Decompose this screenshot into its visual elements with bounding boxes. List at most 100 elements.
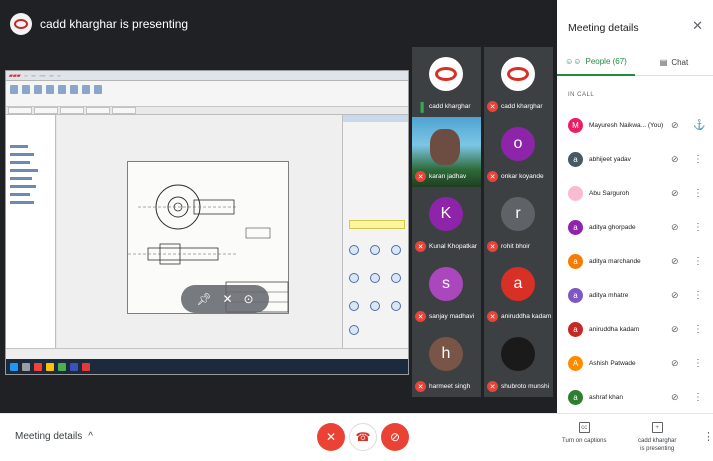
hang-up-icon: ☎: [355, 430, 371, 444]
more-options-icon[interactable]: ⋮: [693, 222, 703, 233]
mute-icon[interactable]: ✕: [223, 292, 233, 306]
main-stage: cadd kharghar is presenting ▰▰▰ ▫▫ ▫▫▫ ▫▫▫…: [0, 0, 557, 413]
camera-off-button[interactable]: ⊘: [381, 423, 409, 451]
participant-tile[interactable]: K ✕ Kunal Khopatkar: [412, 187, 481, 257]
cad-statusbar: [6, 348, 408, 359]
meeting-details-button[interactable]: Meeting details ^: [15, 431, 93, 442]
list-item[interactable]: a aniruddha kadam ⊘ ⋮: [557, 312, 713, 346]
screen-hover-controls[interactable]: 📌︎ ✕ ⊙: [181, 285, 269, 313]
avatar: a: [568, 389, 583, 405]
participant-name: sanjay madhavi: [429, 313, 475, 320]
mic-off-icon: ⊘: [671, 391, 679, 402]
more-options-icon[interactable]: ⋮: [693, 154, 703, 165]
pin-icon[interactable]: 📌︎: [196, 292, 211, 306]
participant-tile[interactable]: a ✕ aniruddha kadam: [484, 257, 553, 327]
participant-tile[interactable]: ✕ karan jadhav: [412, 117, 481, 187]
cad-property-panel: [342, 115, 408, 348]
present-icon: +: [651, 422, 663, 433]
person-name: aditya mhatre: [589, 291, 629, 299]
pin-icon[interactable]: ⚓: [693, 120, 705, 131]
person-name: Mayuresh Naikwa... (You): [589, 121, 664, 129]
mic-off-icon: ⊘: [671, 323, 679, 334]
more-options-icon[interactable]: ⋮: [693, 290, 703, 301]
list-item[interactable]: a aditya mhatre ⊘ ⋮: [557, 278, 713, 312]
tab-people-label: People (67): [585, 56, 627, 66]
person-name: Abu Sarguroh: [589, 189, 630, 197]
tab-chat[interactable]: ▤ Chat: [635, 48, 713, 76]
more-options-icon[interactable]: ⋮: [693, 358, 703, 369]
camera-off-icon: ⊘: [389, 430, 401, 444]
mic-off-icon: ⊘: [671, 357, 679, 368]
participant-name: shubroto munshi: [501, 383, 550, 390]
captions-label: Turn on captions: [562, 438, 607, 444]
mic-off-icon: ⊘: [671, 221, 679, 232]
captions-button[interactable]: cc Turn on captions: [562, 422, 606, 445]
list-item[interactable]: A Ashish Patwade ⊘ ⋮: [557, 346, 713, 380]
mic-off-icon: ✕: [487, 381, 498, 392]
tab-chat-label: Chat: [671, 57, 689, 67]
list-item[interactable]: a aditya marchande ⊘ ⋮: [557, 244, 713, 278]
participant-tile[interactable]: ▐ cadd kharghar: [412, 47, 481, 117]
os-taskbar: [6, 359, 408, 374]
participant-tile[interactable]: ✕ cadd kharghar: [484, 47, 553, 117]
panel-tabs: ☺☺ People (67) ▤ Chat: [557, 48, 713, 76]
mic-off-icon: ⊘: [671, 187, 679, 198]
list-item[interactable]: a abhijeet yadav ⊘ ⋮: [557, 142, 713, 176]
presenter-avatar: [10, 13, 32, 35]
avatar: a: [568, 321, 583, 337]
cad-drawing-area: [57, 115, 342, 348]
list-item[interactable]: Abu Sarguroh ⊘ ⋮: [557, 176, 713, 210]
mic-off-icon: ✕: [415, 171, 426, 182]
mic-off-icon: ✕: [487, 171, 498, 182]
avatar: a: [568, 219, 583, 235]
participant-tile[interactable]: ✕ shubroto munshi: [484, 327, 553, 397]
more-options-icon[interactable]: ⋮: [693, 256, 703, 267]
list-item[interactable]: M Mayuresh Naikwa... (You) ⊘ ⚓: [557, 108, 713, 142]
speaking-icon: ▐: [417, 101, 424, 112]
tab-people[interactable]: ☺☺ People (67): [557, 48, 635, 76]
participant-avatar: [501, 57, 535, 91]
participant-name: cadd kharghar: [429, 103, 471, 110]
cad-command-tabs: [6, 107, 408, 115]
presenter-bar: cadd kharghar is presenting: [10, 12, 188, 36]
shared-screen[interactable]: ▰▰▰ ▫▫ ▫▫▫ ▫▫▫▫ ▫▫▫ ▫▫ 📌︎ ✕ ⊙: [5, 70, 409, 375]
more-options-icon[interactable]: ⋮: [693, 392, 703, 403]
participant-avatar: r: [501, 197, 535, 231]
more-options-icon[interactable]: ⋮: [693, 188, 703, 199]
avatar: A: [568, 355, 583, 371]
avatar: a: [568, 287, 583, 303]
list-item[interactable]: a ashraf khan ⊘ ⋮: [557, 380, 713, 414]
mic-off-icon: ⊘: [671, 255, 679, 266]
participant-name: karan jadhav: [429, 173, 467, 180]
presenting-button[interactable]: + cadd kharghar is presenting: [638, 422, 676, 453]
meeting-details-label: Meeting details: [15, 431, 83, 442]
participant-tile[interactable]: o ✕ onkar koyande: [484, 117, 553, 187]
presenting-label-line1: cadd kharghar: [638, 438, 677, 444]
leave-call-button[interactable]: ☎: [349, 423, 377, 451]
chat-icon: ▤: [659, 57, 668, 67]
participant-avatar: [501, 337, 535, 371]
participant-avatar: h: [429, 337, 463, 371]
participant-tile[interactable]: h ✕ harmeet singh: [412, 327, 481, 397]
meeting-details-panel: Meeting details ✕ ☺☺ People (67) ▤ Chat …: [557, 0, 713, 413]
bottom-toolbar: Meeting details ^ ✕ ☎ ⊘ cc Turn on capti…: [0, 413, 713, 461]
participant-name: aniruddha kadam: [501, 313, 551, 320]
person-name: ashraf khan: [589, 393, 623, 401]
list-item[interactable]: a aditya ghorpade ⊘ ⋮: [557, 210, 713, 244]
mic-off-icon: ⊘: [671, 119, 679, 130]
mic-off-icon: ✕: [487, 311, 498, 322]
mic-off-button[interactable]: ✕: [317, 423, 345, 451]
meet-window: cadd kharghar is presenting ▰▰▰ ▫▫ ▫▫▫ ▫▫▫…: [0, 0, 713, 461]
more-icon[interactable]: ⊙: [243, 292, 253, 306]
mic-off-icon: ⊘: [671, 289, 679, 300]
participant-tile[interactable]: s ✕ sanjay madhavi: [412, 257, 481, 327]
cad-ribbon: [6, 81, 408, 107]
participant-tile[interactable]: r ✕ rohit bhoir: [484, 187, 553, 257]
close-icon[interactable]: ✕: [692, 18, 703, 34]
cad-titlebar: ▰▰▰ ▫▫ ▫▫▫ ▫▫▫▫ ▫▫▫ ▫▫: [6, 71, 408, 81]
in-call-heading: IN CALL: [568, 92, 595, 98]
person-name: aditya marchande: [589, 257, 641, 265]
more-options-icon[interactable]: ⋮: [693, 324, 703, 335]
participant-name: cadd kharghar: [501, 103, 543, 110]
more-options-icon[interactable]: ⋮: [703, 430, 713, 443]
